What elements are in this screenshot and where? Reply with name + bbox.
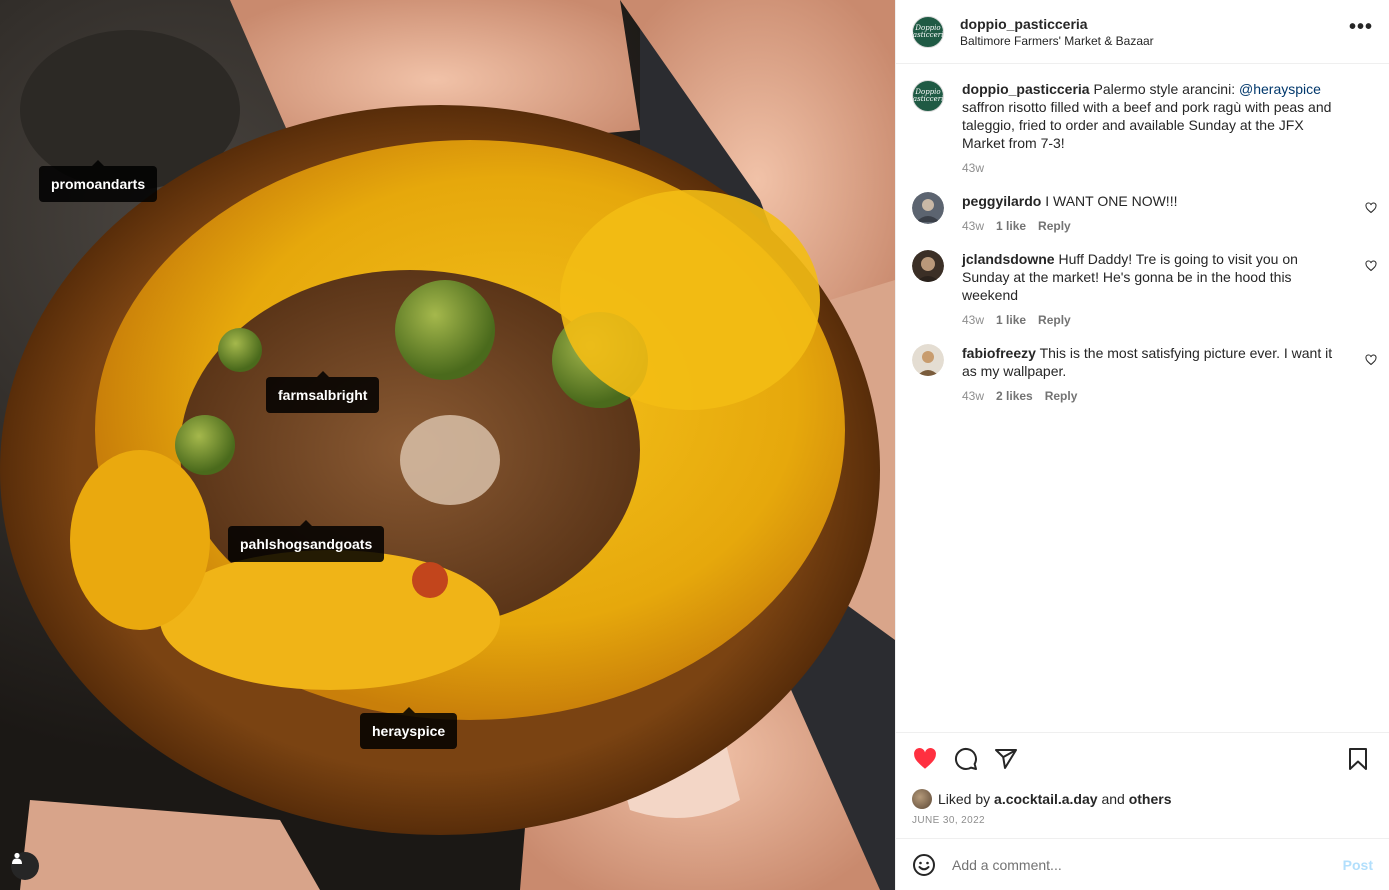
comment-text: jclandsdowne Huff Daddy! Tre is going to… [962, 250, 1347, 304]
likes-count[interactable]: 2 likes [996, 389, 1033, 403]
post-button[interactable]: Post [1343, 857, 1373, 873]
heart-icon[interactable] [1365, 202, 1377, 214]
caption-username[interactable]: doppio_pasticceria [962, 81, 1090, 97]
likes-count[interactable]: 1 like [996, 313, 1026, 327]
avatar[interactable] [912, 344, 944, 376]
user-tag[interactable]: farmsalbright [266, 371, 380, 413]
comment-input[interactable] [952, 856, 1343, 873]
comments-list: Doppio Pasticceria doppio_pasticceria Pa… [896, 64, 1389, 732]
heart-icon[interactable] [1365, 260, 1377, 272]
post-sidebar: Doppio Pasticceria doppio_pasticceria Ba… [895, 0, 1389, 890]
avatar[interactable]: Doppio Pasticceria [909, 15, 948, 48]
caption: Doppio Pasticceria doppio_pasticceria Pa… [912, 80, 1373, 176]
action-bar [912, 745, 1373, 773]
comment: jclandsdowne Huff Daddy! Tre is going to… [912, 250, 1377, 328]
caption-body: saffron risotto filled with a beef and p… [962, 99, 1332, 151]
comment-text: fabiofreezy This is the most satisfying … [962, 344, 1347, 380]
comment-button[interactable] [954, 747, 978, 771]
comment-text: peggyilardo I WANT ONE NOW!!! [962, 192, 1347, 210]
user-tag[interactable]: pahlshogsandgoats [228, 520, 385, 562]
timestamp[interactable]: 43w [962, 389, 984, 403]
header-username[interactable]: doppio_pasticceria [960, 15, 1349, 33]
like-button[interactable] [912, 746, 938, 772]
share-button[interactable] [994, 747, 1018, 771]
liked-by-and: and [1097, 791, 1129, 807]
emoji-icon[interactable] [912, 853, 936, 877]
arancini-photo [0, 0, 895, 890]
liked-by-user[interactable]: a.cocktail.a.day [994, 790, 1098, 808]
comment-username[interactable]: peggyilardo [962, 193, 1041, 209]
timestamp[interactable]: 43w [962, 313, 984, 327]
avatar[interactable] [912, 192, 944, 224]
comment-username[interactable]: fabiofreezy [962, 345, 1036, 361]
post-header: Doppio Pasticceria doppio_pasticceria Ba… [896, 0, 1389, 64]
comment-icon [954, 747, 977, 770]
comment-meta: 43w 1 like Reply [962, 312, 1347, 328]
bookmark-icon [1349, 748, 1367, 770]
save-button[interactable] [1347, 747, 1369, 771]
mention-link[interactable]: @herayspice [1239, 81, 1321, 97]
comment: fabiofreezy This is the most satisfying … [912, 344, 1377, 404]
comment-meta: 43w 1 like Reply [962, 218, 1347, 234]
reply-button[interactable]: Reply [1038, 219, 1071, 233]
caption-body: Palermo style arancini: [1093, 81, 1239, 97]
comment-meta: 43w 2 likes Reply [962, 388, 1347, 404]
add-comment-bar: Post [896, 838, 1389, 890]
user-tags-button[interactable] [11, 852, 39, 880]
post-date[interactable]: JUNE 30, 2022 [912, 815, 1373, 826]
user-tag[interactable]: herayspice [360, 707, 458, 749]
person-icon [12, 852, 22, 864]
avatar[interactable] [912, 789, 932, 809]
avatar[interactable] [912, 250, 944, 282]
header-location[interactable]: Baltimore Farmers' Market & Bazaar [960, 33, 1349, 49]
timestamp[interactable]: 43w [962, 161, 984, 175]
likes-count[interactable]: 1 like [996, 219, 1026, 233]
heart-icon[interactable] [1365, 354, 1377, 366]
post-actions: Liked by a.cocktail.a.day and others JUN… [896, 732, 1389, 838]
user-tag[interactable]: promoandarts [39, 160, 158, 202]
caption-text: doppio_pasticceria Palermo style arancin… [962, 80, 1347, 152]
post-dialog: promoandarts farmsalbright pahlshogsandg… [0, 0, 1389, 890]
more-options-button[interactable]: ••• [1349, 16, 1373, 47]
post-photo[interactable]: promoandarts farmsalbright pahlshogsandg… [0, 0, 895, 890]
comment-body: I WANT ONE NOW!!! [1045, 193, 1178, 209]
reply-button[interactable]: Reply [1045, 389, 1078, 403]
liked-by-prefix: Liked by [938, 791, 991, 807]
liked-by-others[interactable]: others [1129, 790, 1172, 808]
send-icon [995, 749, 1017, 769]
caption-meta: 43w [962, 160, 1347, 176]
heart-filled-icon [914, 748, 936, 769]
reply-button[interactable]: Reply [1038, 313, 1071, 327]
header-text: doppio_pasticceria Baltimore Farmers' Ma… [960, 15, 1349, 49]
comment: peggyilardo I WANT ONE NOW!!! 43w 1 like R… [912, 192, 1377, 234]
comment-username[interactable]: jclandsdowne [962, 251, 1055, 267]
liked-by: Liked by a.cocktail.a.day and others [912, 789, 1373, 809]
avatar[interactable]: Doppio Pasticceria [912, 80, 944, 112]
timestamp[interactable]: 43w [962, 219, 984, 233]
